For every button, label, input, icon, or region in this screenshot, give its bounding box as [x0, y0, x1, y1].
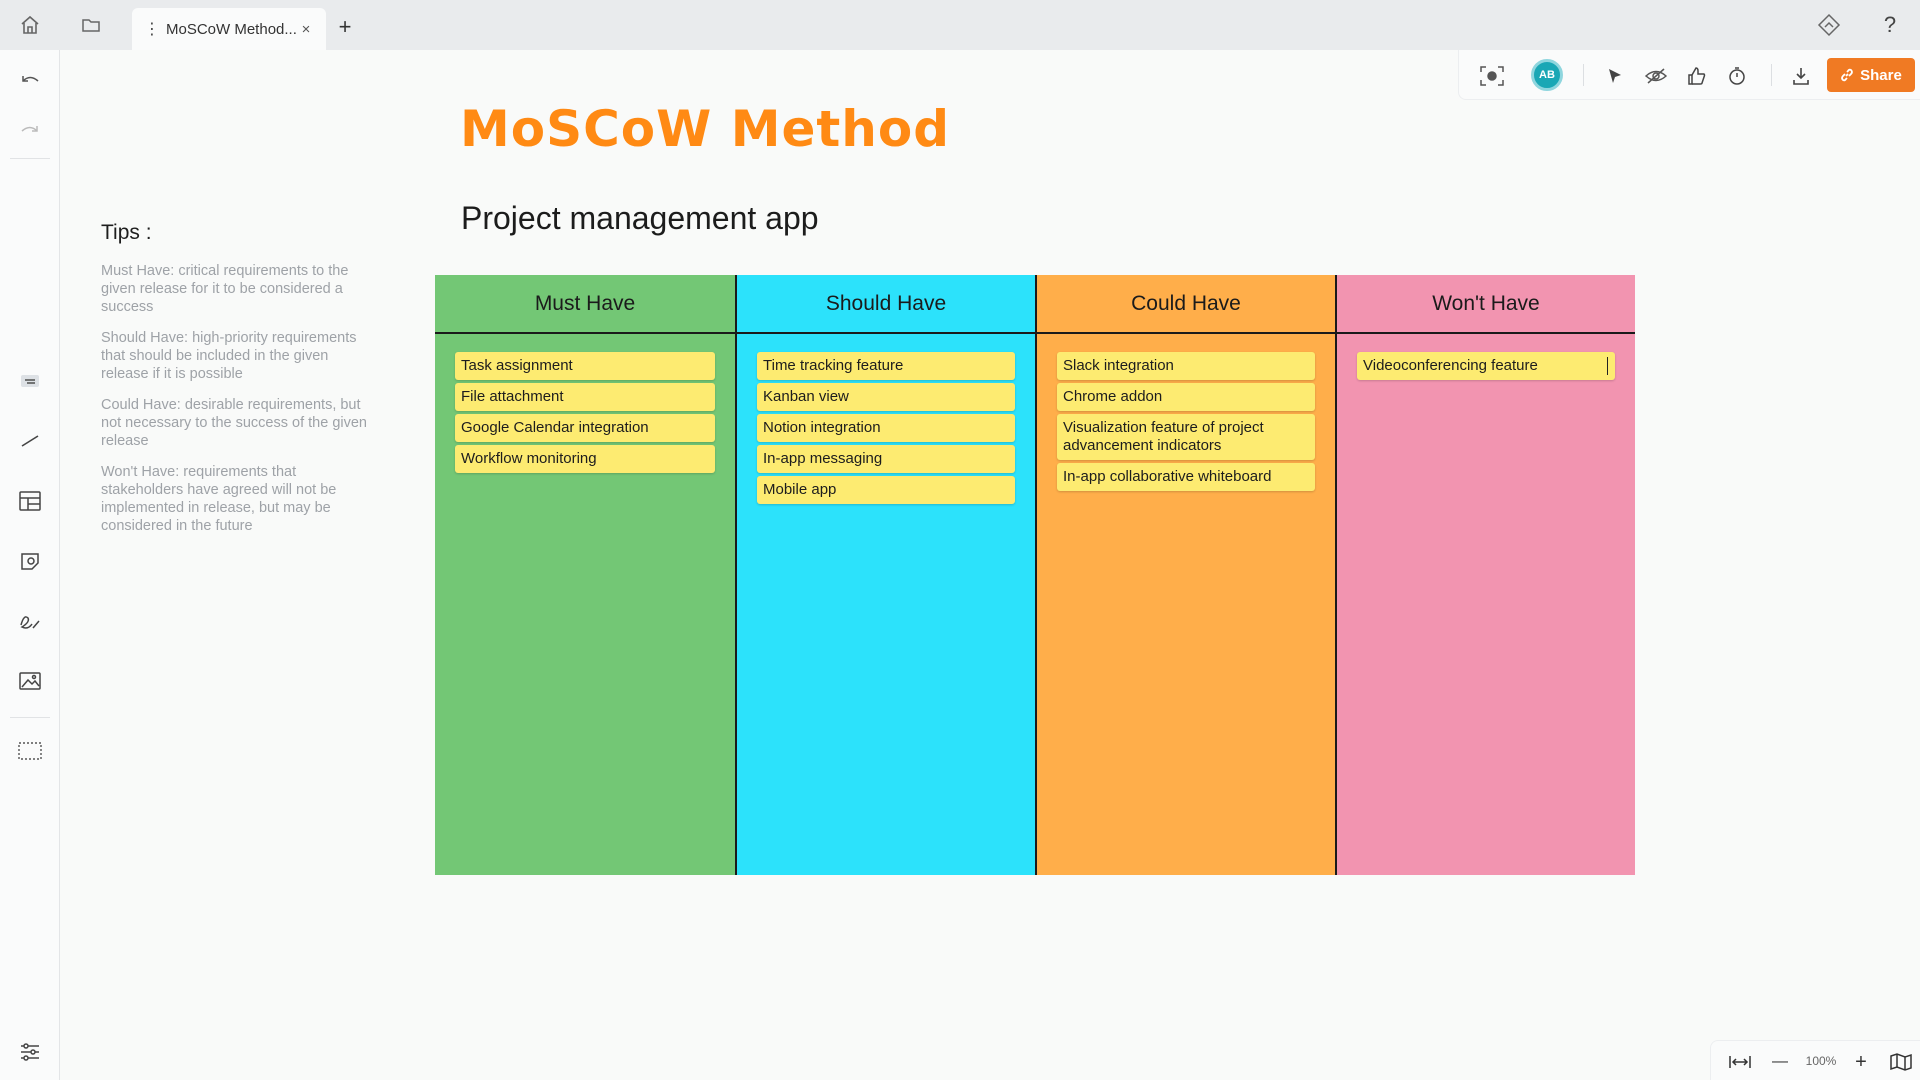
board-title[interactable]: MoSCoW Method [460, 100, 950, 158]
close-icon[interactable]: × [296, 21, 316, 38]
moscow-board: Must Have Task assignment File attachmen… [435, 275, 1635, 875]
sticky-note[interactable]: Task assignment [455, 352, 715, 380]
frame-icon[interactable] [15, 736, 45, 766]
home-icon[interactable] [15, 10, 45, 40]
tip-could-have[interactable]: Could Have: desirable requirements, but … [101, 396, 371, 450]
zoom-out-button[interactable]: — [1767, 1049, 1793, 1075]
tip-must-have[interactable]: Must Have: critical requirements to the … [101, 262, 371, 316]
sticky-note[interactable]: Visualization feature of project advance… [1057, 414, 1315, 460]
download-icon[interactable] [1787, 62, 1815, 90]
zoom-in-button[interactable]: + [1848, 1049, 1874, 1075]
sticky-note[interactable]: Notion integration [757, 414, 1015, 442]
sticky-note[interactable]: Kanban view [757, 383, 1015, 411]
fit-width-icon[interactable] [1727, 1049, 1753, 1075]
left-toolbar [0, 50, 60, 1080]
sticky-note[interactable]: Time tracking feature [757, 352, 1015, 380]
template-icon[interactable] [15, 486, 45, 516]
share-button[interactable]: Share [1827, 58, 1915, 92]
sticky-note-text: Videoconferencing feature [1363, 357, 1538, 374]
tips-heading[interactable]: Tips : [101, 221, 152, 245]
tip-wont-have[interactable]: Won't Have: requirements that stakeholde… [101, 463, 371, 535]
notes-list: Slack integration Chrome addon Visualiza… [1037, 334, 1335, 491]
share-label: Share [1860, 66, 1902, 84]
column-must-have[interactable]: Must Have Task assignment File attachmen… [435, 275, 735, 875]
tips-list: Must Have: critical requirements to the … [101, 262, 371, 548]
notes-list: Videoconferencing feature [1337, 334, 1635, 380]
shape-icon[interactable] [15, 546, 45, 576]
sticky-note[interactable]: Google Calendar integration [455, 414, 715, 442]
sticky-note[interactable]: In-app messaging [757, 445, 1015, 473]
tip-should-have[interactable]: Should Have: high-priority requirements … [101, 329, 371, 383]
help-icon[interactable]: ? [1875, 10, 1905, 40]
notes-list: Task assignment File attachment Google C… [435, 334, 735, 473]
column-should-have[interactable]: Should Have Time tracking feature Kanban… [735, 275, 1035, 875]
sticky-note[interactable]: Workflow monitoring [455, 445, 715, 473]
sticky-note-editing[interactable]: Videoconferencing feature [1357, 352, 1615, 380]
redo-icon[interactable] [15, 115, 45, 145]
tab-menu-icon[interactable]: ⋮ [144, 19, 160, 39]
column-could-have[interactable]: Could Have Slack integration Chrome addo… [1035, 275, 1335, 875]
column-heading[interactable]: Should Have [737, 275, 1035, 334]
undo-icon[interactable] [15, 65, 45, 95]
diamond-icon[interactable] [1814, 10, 1844, 40]
add-tab-button[interactable]: + [332, 14, 358, 40]
minimap-icon[interactable] [1888, 1049, 1914, 1075]
pen-icon[interactable] [15, 606, 45, 636]
image-icon[interactable] [15, 666, 45, 696]
cursor-icon[interactable] [1601, 62, 1629, 90]
sticky-note[interactable]: Chrome addon [1057, 383, 1315, 411]
zoom-level[interactable]: 100% [1801, 1054, 1841, 1068]
zoom-controls: — 100% + [1710, 1040, 1920, 1080]
tab-label: MoSCoW Method... [166, 20, 296, 38]
sticky-note-icon[interactable] [15, 366, 45, 396]
visibility-icon[interactable] [1642, 62, 1670, 90]
tab-moscow[interactable]: ⋮ MoSCoW Method... × [132, 8, 326, 50]
sticky-note[interactable]: File attachment [455, 383, 715, 411]
collaboration-toolbar: AB Share [1458, 50, 1920, 100]
column-wont-have[interactable]: Won't Have Videoconferencing feature [1335, 275, 1635, 875]
column-heading[interactable]: Won't Have [1337, 275, 1635, 334]
line-icon[interactable] [15, 425, 45, 455]
settings-sliders-icon[interactable] [15, 1037, 45, 1067]
sticky-note[interactable]: Slack integration [1057, 352, 1315, 380]
link-icon [1841, 68, 1854, 82]
text-cursor [1607, 357, 1608, 375]
sticky-note[interactable]: In-app collaborative whiteboard [1057, 463, 1315, 491]
avatar[interactable]: AB [1531, 59, 1563, 91]
folder-icon[interactable] [76, 10, 106, 40]
sticky-note[interactable]: Mobile app [757, 476, 1015, 504]
column-heading[interactable]: Could Have [1037, 275, 1335, 334]
thumbs-up-icon[interactable] [1683, 62, 1711, 90]
timer-icon[interactable] [1723, 62, 1751, 90]
tab-bar: ⋮ MoSCoW Method... × + ? [0, 0, 1920, 50]
board-subtitle[interactable]: Project management app [461, 200, 819, 237]
notes-list: Time tracking feature Kanban view Notion… [737, 334, 1035, 504]
column-heading[interactable]: Must Have [435, 275, 735, 334]
screen-record-icon[interactable] [1478, 62, 1506, 90]
